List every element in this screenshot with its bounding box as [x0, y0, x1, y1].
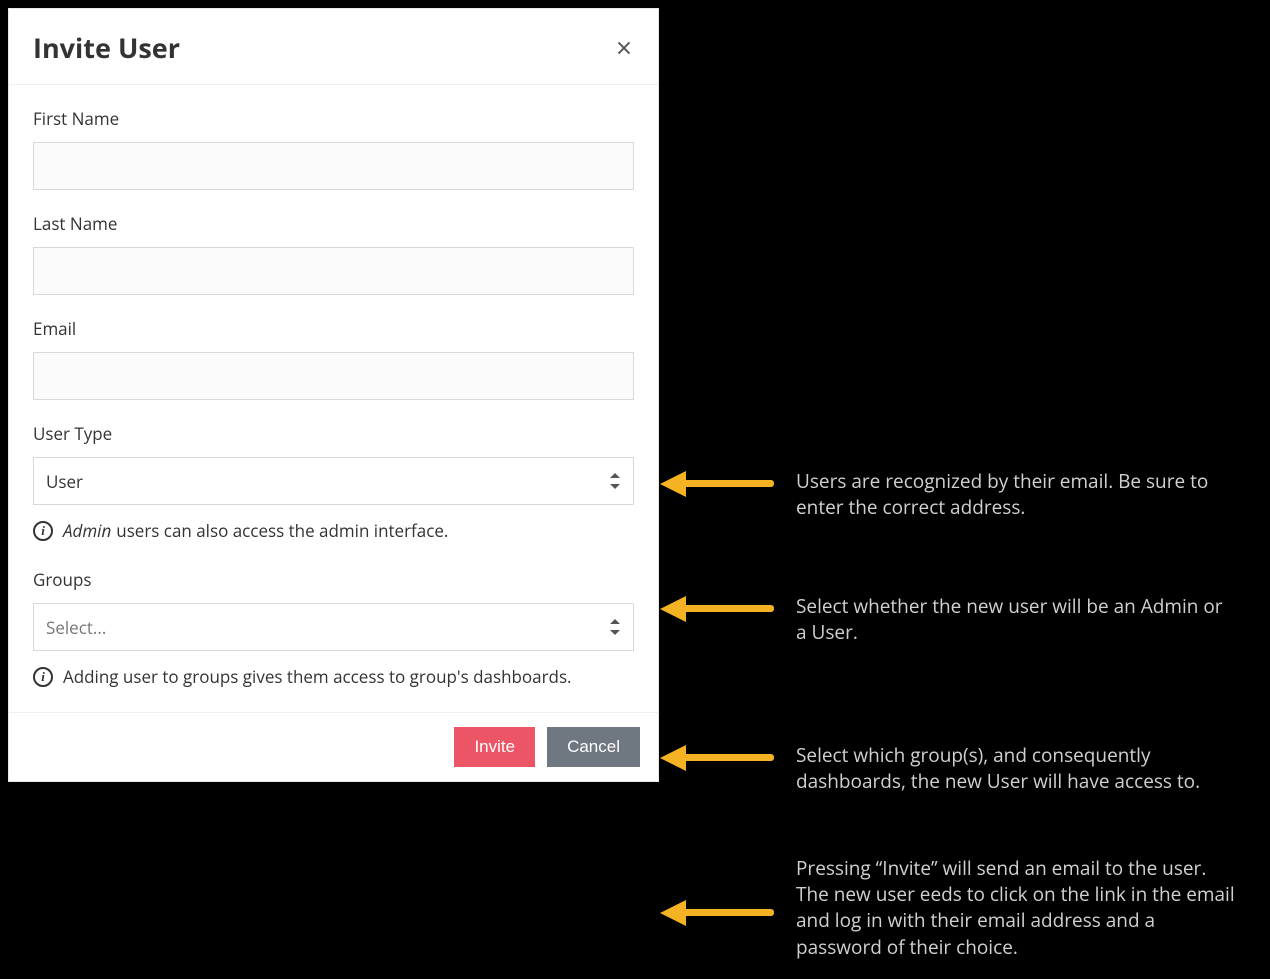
modal-footer: Invite Cancel: [9, 712, 658, 781]
annotation-invite: Pressing “Invite” will send an email to …: [660, 885, 1236, 960]
modal-body: First Name Last Name Email User Type Use…: [9, 85, 658, 712]
documentation-figure: Invite User × First Name Last Name Email…: [0, 0, 1270, 979]
admin-info-prefix: Admin: [63, 519, 111, 542]
close-icon[interactable]: ×: [614, 34, 634, 62]
groups-group: Groups Select...: [33, 568, 634, 651]
arrow-icon: [660, 748, 774, 768]
sort-caret-icon: [609, 473, 621, 489]
annotation-email-text: Users are recognized by their email. Be …: [796, 468, 1236, 520]
groups-info-text: i Adding user to groups gives them acces…: [33, 665, 634, 688]
email-label: Email: [33, 317, 634, 340]
annotation-user-type-text: Select whether the new user will be an A…: [796, 593, 1236, 645]
sort-caret-icon: [609, 619, 621, 635]
arrow-icon: [660, 599, 774, 619]
user-type-group: User Type User: [33, 422, 634, 505]
annotation-invite-text: Pressing “Invite” will send an email to …: [796, 855, 1236, 960]
annotation-groups-text: Select which group(s), and consequently …: [796, 742, 1236, 794]
admin-info-rest: users can also access the admin interfac…: [116, 519, 448, 542]
first-name-label: First Name: [33, 107, 634, 130]
annotation-groups: Select which group(s), and consequently …: [660, 742, 1236, 794]
modal-header: Invite User ×: [9, 9, 658, 85]
groups-label: Groups: [33, 568, 634, 591]
info-icon: i: [33, 521, 53, 541]
last-name-input[interactable]: [33, 247, 634, 295]
invite-user-modal: Invite User × First Name Last Name Email…: [8, 8, 659, 782]
groups-placeholder: Select...: [46, 616, 106, 639]
user-type-select[interactable]: User: [33, 457, 634, 505]
info-icon: i: [33, 667, 53, 687]
groups-select[interactable]: Select...: [33, 603, 634, 651]
first-name-input[interactable]: [33, 142, 634, 190]
user-type-label: User Type: [33, 422, 634, 445]
email-group: Email: [33, 317, 634, 400]
modal-title: Invite User: [33, 29, 180, 66]
user-type-selected-value: User: [46, 470, 83, 493]
invite-button[interactable]: Invite: [454, 727, 535, 767]
email-input[interactable]: [33, 352, 634, 400]
first-name-group: First Name: [33, 107, 634, 190]
annotation-email: Users are recognized by their email. Be …: [660, 468, 1236, 520]
last-name-label: Last Name: [33, 212, 634, 235]
annotation-user-type: Select whether the new user will be an A…: [660, 593, 1236, 645]
arrow-icon: [660, 474, 774, 494]
last-name-group: Last Name: [33, 212, 634, 295]
groups-info-content: Adding user to groups gives them access …: [63, 665, 572, 688]
cancel-button[interactable]: Cancel: [547, 727, 640, 767]
arrow-icon: [660, 903, 774, 923]
admin-info-text: i Admin users can also access the admin …: [33, 519, 634, 542]
